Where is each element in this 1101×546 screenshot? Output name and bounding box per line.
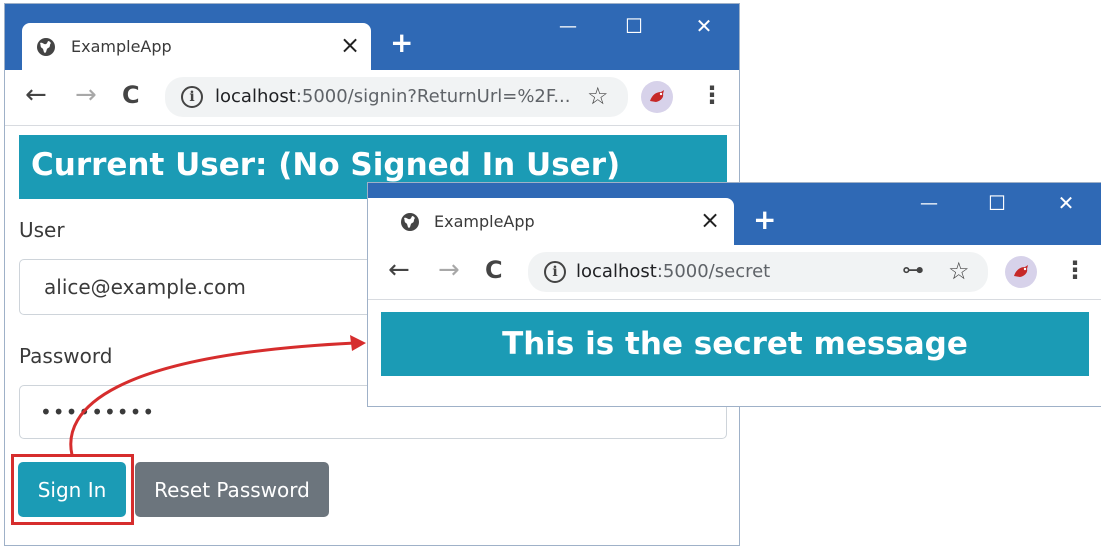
menu-icon[interactable]: ⋮ xyxy=(700,81,724,109)
info-icon[interactable]: i xyxy=(544,261,566,283)
globe-icon xyxy=(400,212,420,232)
tab-close-icon[interactable]: × xyxy=(700,206,720,234)
address-bar[interactable]: i localhost:5000/secret ⊶ ☆ xyxy=(528,252,988,292)
sign-in-highlight xyxy=(11,454,134,525)
tab-title: ExampleApp xyxy=(71,37,172,56)
tab-close-icon[interactable]: × xyxy=(340,31,360,59)
bird-icon xyxy=(1014,265,1028,277)
minimize-icon[interactable]: — xyxy=(553,16,583,37)
globe-icon xyxy=(36,37,56,57)
url-text[interactable]: localhost:5000/signin?ReturnUrl=%2F... xyxy=(215,86,571,107)
reload-icon[interactable]: C xyxy=(122,81,140,109)
secret-message-banner: This is the secret message xyxy=(381,312,1089,376)
bird-icon xyxy=(650,90,664,102)
reload-icon[interactable]: C xyxy=(485,256,503,284)
user-label: User xyxy=(19,218,65,242)
info-icon[interactable]: i xyxy=(181,86,203,108)
url-path: :5000/signin?ReturnUrl=%2F... xyxy=(295,86,571,107)
close-window-icon[interactable]: ✕ xyxy=(689,14,719,38)
back-icon[interactable]: ← xyxy=(25,80,47,110)
toolbar: ← → C i localhost:5000/secret ⊶ ☆ ⋮ xyxy=(368,245,1101,300)
menu-icon[interactable]: ⋮ xyxy=(1063,256,1087,284)
minimize-icon[interactable]: — xyxy=(914,193,944,214)
new-tab-icon[interactable]: + xyxy=(753,203,776,236)
browser-tab[interactable]: ExampleApp × xyxy=(368,198,734,245)
url-host: localhost xyxy=(576,261,657,282)
bookmark-star-icon[interactable]: ☆ xyxy=(948,257,970,285)
password-label: Password xyxy=(19,344,113,368)
maximize-icon[interactable]: ☐ xyxy=(619,14,649,38)
reset-password-button[interactable]: Reset Password xyxy=(135,462,329,517)
forward-icon[interactable]: → xyxy=(438,255,460,285)
toolbar: ← → C i localhost:5000/signin?ReturnUrl=… xyxy=(5,70,739,126)
bookmark-star-icon[interactable]: ☆ xyxy=(587,82,609,110)
browser-tab[interactable]: ExampleApp × xyxy=(22,23,371,70)
profile-avatar[interactable] xyxy=(1005,256,1037,288)
browser-window-secret: ExampleApp × + — ☐ ✕ ← → C i localhost:5… xyxy=(367,182,1101,407)
forward-icon[interactable]: → xyxy=(75,80,97,110)
address-bar[interactable]: i localhost:5000/signin?ReturnUrl=%2F...… xyxy=(165,77,628,117)
close-window-icon[interactable]: ✕ xyxy=(1051,191,1081,215)
url-host: localhost xyxy=(215,86,296,107)
maximize-icon[interactable]: ☐ xyxy=(982,191,1012,215)
url-path: :5000/secret xyxy=(656,261,771,282)
profile-avatar[interactable] xyxy=(641,81,673,113)
key-icon[interactable]: ⊶ xyxy=(902,258,924,283)
back-icon[interactable]: ← xyxy=(388,255,410,285)
new-tab-icon[interactable]: + xyxy=(390,26,413,59)
url-text[interactable]: localhost:5000/secret xyxy=(576,261,770,282)
tab-title: ExampleApp xyxy=(434,212,535,231)
